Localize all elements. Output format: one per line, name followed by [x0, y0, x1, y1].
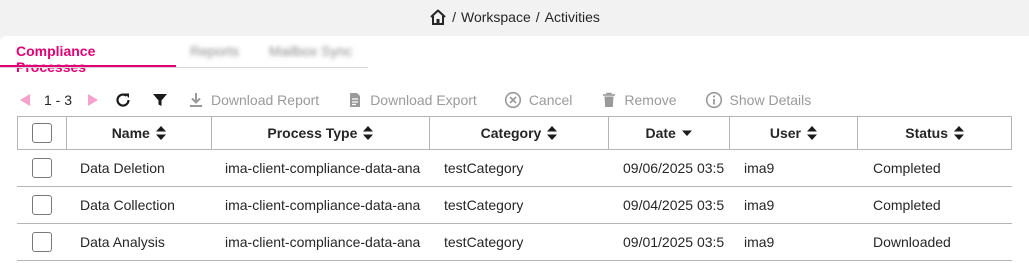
- cell-date: 09/04/2025 03:5: [623, 197, 725, 213]
- show-details-label: Show Details: [729, 92, 812, 108]
- cell-status: Downloaded: [873, 234, 951, 250]
- filter-icon[interactable]: [152, 92, 168, 108]
- column-header-status[interactable]: Status: [858, 117, 1011, 149]
- page-range: 1 - 3: [44, 92, 73, 108]
- download-export-label: Download Export: [370, 92, 477, 108]
- select-all-checkbox[interactable]: [31, 123, 52, 143]
- column-label: Process Type: [267, 125, 358, 141]
- column-header-user[interactable]: User: [730, 117, 859, 149]
- cell-process-type: ima-client-compliance-data-ana: [225, 234, 421, 250]
- row-select-cell: [17, 195, 66, 215]
- main-panel: Compliance Processes Reports Mailbox Syn…: [0, 36, 1029, 263]
- show-details-button[interactable]: Show Details: [705, 91, 812, 109]
- cell-status: Completed: [873, 197, 941, 213]
- column-label: Category: [480, 125, 542, 141]
- cell-category: testCategory: [444, 234, 524, 250]
- table-row[interactable]: Data Deletion ima-client-compliance-data…: [17, 150, 1012, 187]
- refresh-icon[interactable]: [114, 91, 132, 109]
- cell-date: 09/01/2025 03:5: [623, 234, 725, 250]
- download-export-button[interactable]: Download Export: [347, 92, 477, 108]
- download-report-label: Download Report: [211, 92, 320, 108]
- table-row[interactable]: Data Analysis ima-client-compliance-data…: [17, 224, 1012, 261]
- cell-user: ima9: [744, 197, 775, 213]
- home-icon[interactable]: [429, 8, 447, 26]
- cell-name: Data Collection: [80, 197, 175, 213]
- tab-mailbox-sync[interactable]: Mailbox Sync: [253, 36, 367, 67]
- column-header-date[interactable]: Date: [609, 117, 730, 149]
- sort-icon: [807, 126, 817, 140]
- row-checkbox[interactable]: [31, 232, 52, 252]
- cell-category: testCategory: [444, 160, 524, 176]
- download-report-button[interactable]: Download Report: [188, 92, 319, 108]
- row-checkbox[interactable]: [31, 158, 52, 178]
- cell-process-type: ima-client-compliance-data-ana: [225, 160, 421, 176]
- column-label: Name: [111, 125, 150, 141]
- toolbar: 1 - 3 Download Report Download Export Ca…: [18, 88, 811, 112]
- cell-name: Data Analysis: [80, 234, 165, 250]
- info-icon: [705, 91, 723, 109]
- cell-process-type: ima-client-compliance-data-ana: [225, 197, 421, 213]
- sort-icon: [547, 126, 558, 140]
- sort-icon: [954, 126, 965, 140]
- column-label: Status: [905, 125, 949, 141]
- tab-bar: Compliance Processes Reports Mailbox Syn…: [0, 36, 367, 75]
- download-icon: [188, 92, 204, 108]
- breadcrumb: / Workspace / Activities: [0, 0, 1029, 34]
- breadcrumb-activities: Activities: [544, 9, 600, 25]
- sort-icon: [363, 126, 374, 140]
- next-page-icon[interactable]: [86, 93, 100, 107]
- column-header-category[interactable]: Category: [430, 117, 609, 149]
- document-icon: [347, 92, 363, 108]
- breadcrumb-separator: /: [535, 9, 540, 25]
- column-label: User: [769, 125, 801, 141]
- column-header-process-type[interactable]: Process Type: [212, 117, 431, 149]
- cell-category: testCategory: [444, 197, 524, 213]
- column-header-name[interactable]: Name: [67, 117, 212, 149]
- select-all-cell: [18, 117, 67, 149]
- row-select-cell: [17, 232, 66, 252]
- tab-reports[interactable]: Reports: [176, 36, 253, 67]
- column-label: Date: [645, 125, 676, 141]
- cancel-button[interactable]: Cancel: [504, 91, 573, 109]
- breadcrumb-workspace[interactable]: Workspace: [461, 9, 531, 25]
- previous-page-icon[interactable]: [18, 93, 32, 107]
- cell-user: ima9: [744, 160, 775, 176]
- sort-icon: [155, 126, 166, 140]
- breadcrumb-separator: /: [452, 9, 456, 25]
- table-header: Name Process Type Category Date User Sta…: [17, 116, 1012, 150]
- remove-label: Remove: [624, 92, 677, 108]
- cell-status: Completed: [873, 160, 941, 176]
- cell-user: ima9: [744, 234, 775, 250]
- sort-descending-icon: [681, 129, 692, 137]
- activities-table: Name Process Type Category Date User Sta…: [17, 116, 1012, 261]
- trash-icon: [601, 92, 617, 108]
- tab-compliance-processes[interactable]: Compliance Processes: [0, 36, 176, 75]
- row-checkbox[interactable]: [31, 195, 52, 215]
- remove-button[interactable]: Remove: [601, 92, 677, 108]
- row-select-cell: [17, 158, 66, 178]
- cell-date: 09/06/2025 03:5: [623, 160, 725, 176]
- cell-name: Data Deletion: [80, 160, 165, 176]
- tab-divider: [0, 67, 368, 68]
- table-row[interactable]: Data Collection ima-client-compliance-da…: [17, 187, 1012, 224]
- cancel-icon: [504, 91, 522, 109]
- cancel-label: Cancel: [528, 92, 573, 108]
